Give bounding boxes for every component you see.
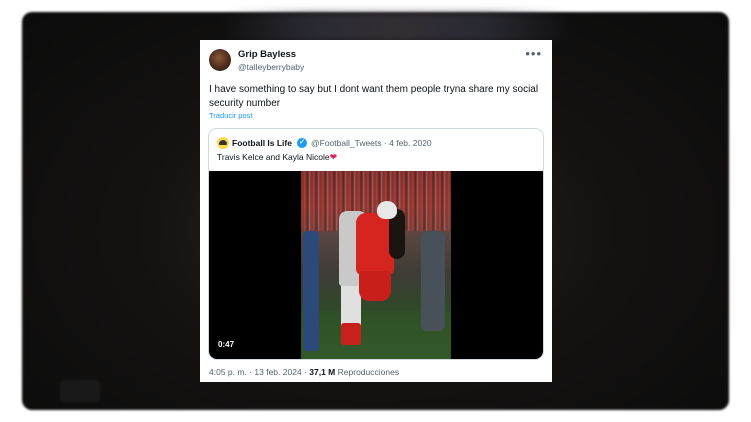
post-time[interactable]: 4:05 p. m. [209,367,247,377]
player-cap [377,201,397,219]
post-date[interactable]: 13 feb. 2024 [254,367,301,377]
quoted-author-avatar[interactable] [217,137,229,149]
video-frame [301,171,451,359]
quoted-text-line: Travis Kelce and Kayla Nicole❤ [217,152,337,163]
views-label: Reproducciones [337,367,400,377]
background-shape [60,380,100,402]
footer-separator: · [249,367,253,377]
post-card[interactable]: Grip Bayless @talleyberrybaby ••• I have… [200,40,552,382]
author-name[interactable]: Grip Bayless [238,49,296,60]
woman-red-shorts [359,271,391,301]
author-avatar[interactable] [209,49,231,71]
background-glow [222,12,572,42]
translate-link[interactable]: Traducir post [209,111,253,120]
video-duration: 0:47 [218,340,235,349]
player-socks [341,323,361,345]
footer-separator-2: · [304,367,307,377]
post-text: I have something to say but I dont want … [209,84,539,109]
quoted-author-handle: @Football_Tweets [311,138,382,148]
heart-emoji: ❤ [329,152,338,162]
quoted-separator: · [383,138,387,148]
quoted-author-name[interactable]: Football Is Life [232,138,292,148]
post-footer: 4:05 p. m. · 13 feb. 2024 · 37,1 M Repro… [209,367,399,377]
views-count: 37,1 M [309,367,336,377]
quoted-meta: @Football_Tweets · 4 feb. 2020 [311,138,432,148]
verified-badge-icon: ✓ [297,137,307,148]
more-icon[interactable]: ••• [525,46,542,61]
bystander-right [421,231,445,331]
quoted-text: Travis Kelce and Kayla Nicole [217,152,330,162]
bystander-left [303,231,319,351]
quoted-date[interactable]: 4 feb. 2020 [389,138,432,148]
video-player[interactable]: 0:47 [209,171,543,359]
author-handle[interactable]: @talleyberrybaby [238,62,304,72]
quoted-post[interactable]: Football Is Life ✓ @Football_Tweets · 4 … [208,128,544,360]
